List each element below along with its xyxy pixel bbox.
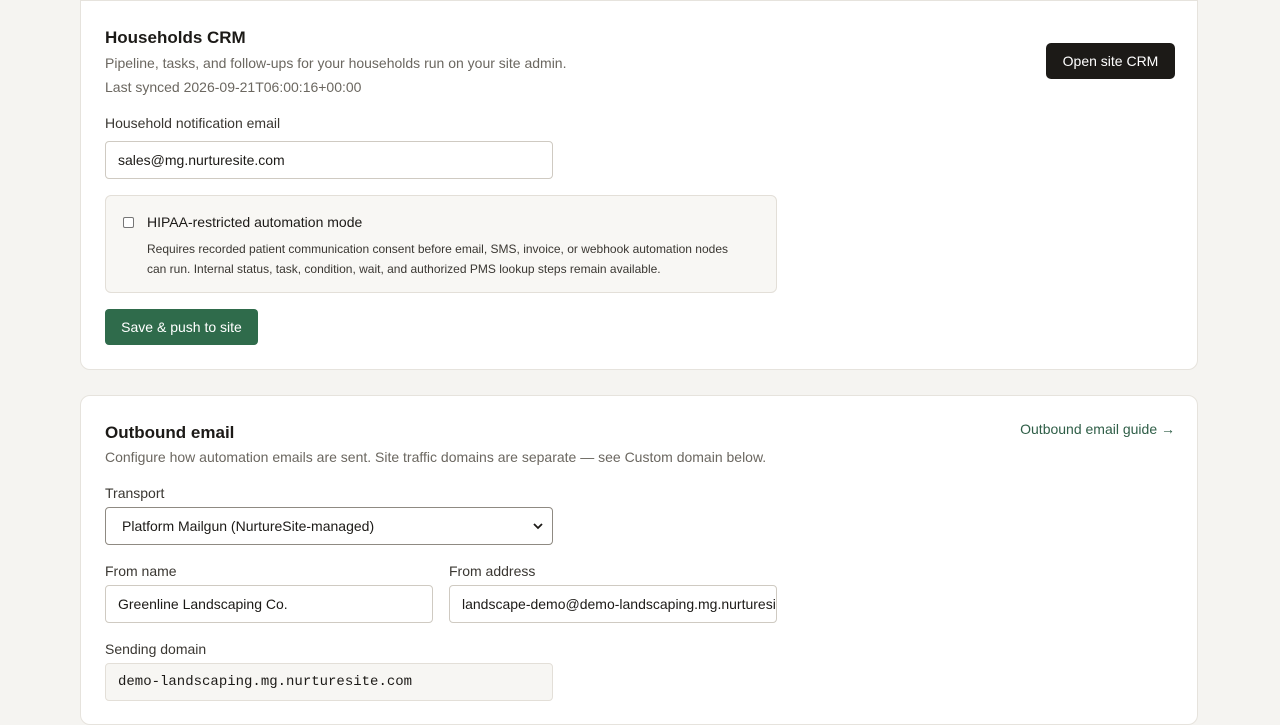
outbound-title: Outbound email	[105, 423, 235, 442]
transport-selected-value: Platform Mailgun (NurtureSite-managed)	[122, 518, 375, 534]
notification-email-label: Household notification email	[105, 115, 281, 131]
crm-description: Pipeline, tasks, and follow-ups for your…	[105, 55, 567, 71]
outbound-guide-link[interactable]: Outbound email guide →	[1020, 421, 1175, 437]
hipaa-checkbox[interactable]	[123, 217, 134, 228]
hipaa-description: Requires recorded patient communication …	[147, 239, 728, 279]
households-crm-card: Households CRM Pipeline, tasks, and foll…	[80, 0, 1198, 370]
sending-domain-field: demo-landscaping.mg.nurturesite.com	[105, 663, 553, 701]
outbound-description: Configure how automation emails are sent…	[105, 449, 767, 465]
notification-email-input[interactable]: sales@mg.nurturesite.com	[105, 141, 553, 179]
from-name-input[interactable]: Greenline Landscaping Co.	[105, 585, 433, 623]
transport-label: Transport	[105, 485, 165, 501]
open-site-crm-button[interactable]: Open site CRM	[1046, 43, 1175, 79]
hipaa-description-line-2: can run. Internal status, task, conditio…	[147, 262, 661, 276]
hipaa-label: HIPAA-restricted automation mode	[147, 214, 363, 230]
crm-last-synced: Last synced 2026-09-21T06:00:16+00:00	[105, 79, 362, 95]
hipaa-notice-box: HIPAA-restricted automation mode Require…	[105, 195, 777, 293]
from-name-label: From name	[105, 563, 177, 579]
crm-title: Households CRM	[105, 28, 246, 47]
sending-domain-label: Sending domain	[105, 641, 207, 657]
outbound-email-card: Outbound email Outbound email guide → Co…	[80, 395, 1198, 725]
from-address-label: From address	[449, 563, 536, 579]
save-push-button[interactable]: Save & push to site	[105, 309, 258, 345]
transport-select[interactable]: Platform Mailgun (NurtureSite-managed)	[105, 507, 553, 545]
hipaa-description-line-1: Requires recorded patient communication …	[147, 242, 728, 256]
from-address-input[interactable]: landscape-demo@demo-landscaping.mg.nurtu…	[449, 585, 777, 623]
chevron-down-icon	[533, 523, 543, 530]
